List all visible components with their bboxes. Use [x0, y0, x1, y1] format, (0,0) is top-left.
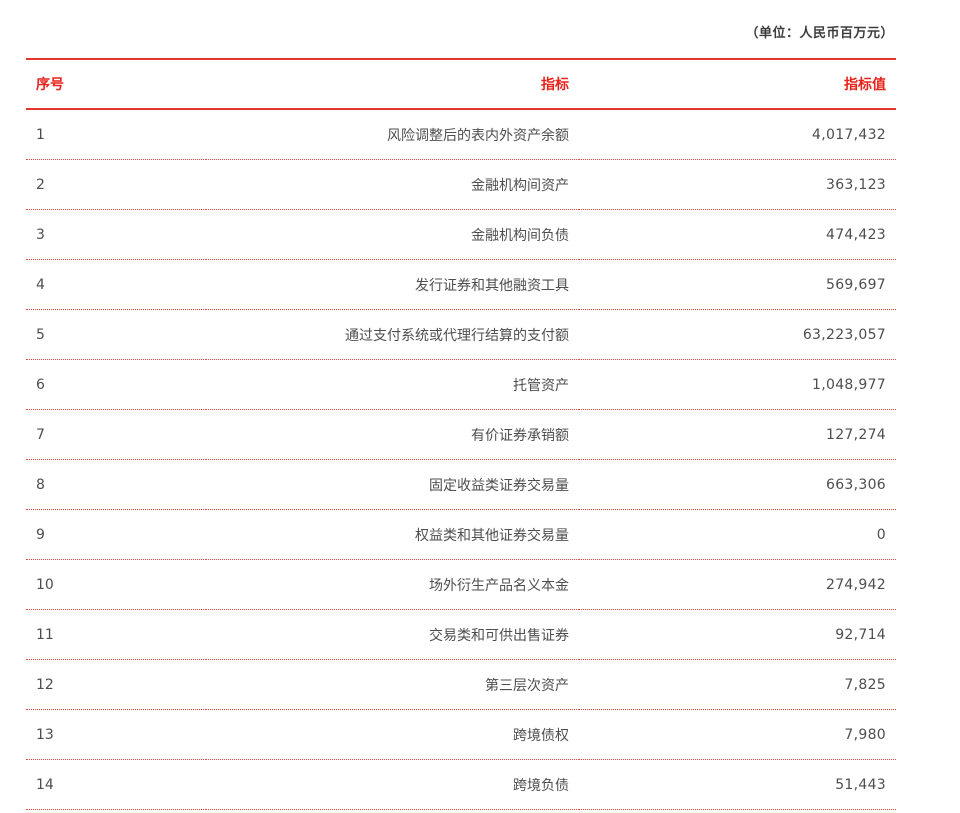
row-value: 7,825 [579, 659, 896, 710]
row-indicator: 场外衍生产品名义本金 [206, 559, 579, 610]
row-index: 5 [26, 309, 206, 360]
table-row: 5 通过支付系统或代理行结算的支付额 63,223,057 [26, 309, 896, 360]
row-value: 474,423 [579, 209, 896, 260]
row-index: 11 [26, 609, 206, 660]
row-value: 92,714 [579, 609, 896, 660]
table-row: 6 托管资产 1,048,977 [26, 359, 896, 410]
row-value: 569,697 [579, 259, 896, 310]
row-indicator: 交易类和可供出售证券 [206, 609, 579, 660]
row-index: 6 [26, 359, 206, 410]
row-index: 2 [26, 159, 206, 210]
row-value: 274,942 [579, 559, 896, 610]
table-row: 13 跨境债权 7,980 [26, 709, 896, 760]
table-row: 2 金融机构间资产 363,123 [26, 159, 896, 210]
row-value: 1,048,977 [579, 359, 896, 410]
row-value: 51,443 [579, 759, 896, 810]
row-index: 12 [26, 659, 206, 710]
row-index: 7 [26, 409, 206, 460]
row-index: 4 [26, 259, 206, 310]
row-index: 1 [26, 109, 206, 160]
header-indicator: 指标 [541, 77, 569, 93]
table-body: 1 风险调整后的表内外资产余额 4,017,432 2 金融机构间资产 363,123 3 金… [26, 109, 896, 810]
row-index: 13 [26, 709, 206, 760]
row-index: 9 [26, 509, 206, 560]
row-indicator: 跨境负债 [206, 759, 579, 810]
table-row: 10 场外衍生产品名义本金 274,942 [26, 559, 896, 610]
row-indicator: 风险调整后的表内外资产余额 [206, 109, 579, 160]
row-indicator: 托管资产 [206, 359, 579, 410]
row-value: 7,980 [579, 709, 896, 760]
row-value: 127,274 [579, 409, 896, 460]
row-indicator: 第三层次资产 [206, 659, 579, 710]
table-row: 8 固定收益类证券交易量 663,306 [26, 459, 896, 510]
table-row: 14 跨境负债 51,443 [26, 759, 896, 810]
row-index: 14 [26, 759, 206, 810]
row-indicator: 固定收益类证券交易量 [206, 459, 579, 510]
table-header: 序号 指标 指标值 [26, 59, 896, 109]
row-index: 3 [26, 209, 206, 260]
indicator-table-container: 序号 指标 指标值 1 风险调整后的表内外资产余额 4,017,432 2 金融机构间资… [26, 58, 896, 810]
indicator-table: 序号 指标 指标值 1 风险调整后的表内外资产余额 4,017,432 2 金融机构间资… [26, 58, 896, 810]
header-value: 指标值 [844, 77, 886, 93]
table-row: 1 风险调整后的表内外资产余额 4,017,432 [26, 109, 896, 160]
row-value: 4,017,432 [579, 109, 896, 160]
header-row: 序号 指标 指标值 [26, 59, 896, 109]
table-row: 11 交易类和可供出售证券 92,714 [26, 609, 896, 660]
unit-note: （单位：人民币百万元） [745, 26, 894, 41]
row-indicator: 有价证券承销额 [206, 409, 579, 460]
row-value: 0 [579, 509, 896, 560]
row-value: 363,123 [579, 159, 896, 210]
row-indicator: 金融机构间负债 [206, 209, 579, 260]
table-row: 7 有价证券承销额 127,274 [26, 409, 896, 460]
header-index: 序号 [36, 77, 64, 93]
table-row: 3 金融机构间负债 474,423 [26, 209, 896, 260]
row-index: 8 [26, 459, 206, 510]
row-indicator: 权益类和其他证券交易量 [206, 509, 579, 560]
row-indicator: 金融机构间资产 [206, 159, 579, 210]
table-row: 4 发行证券和其他融资工具 569,697 [26, 259, 896, 310]
row-value: 663,306 [579, 459, 896, 510]
row-indicator: 发行证券和其他融资工具 [206, 259, 579, 310]
row-value: 63,223,057 [579, 309, 896, 360]
row-indicator: 跨境债权 [206, 709, 579, 760]
table-row: 12 第三层次资产 7,825 [26, 659, 896, 710]
row-indicator: 通过支付系统或代理行结算的支付额 [206, 309, 579, 360]
row-index: 10 [26, 559, 206, 610]
table-row: 9 权益类和其他证券交易量 0 [26, 509, 896, 560]
